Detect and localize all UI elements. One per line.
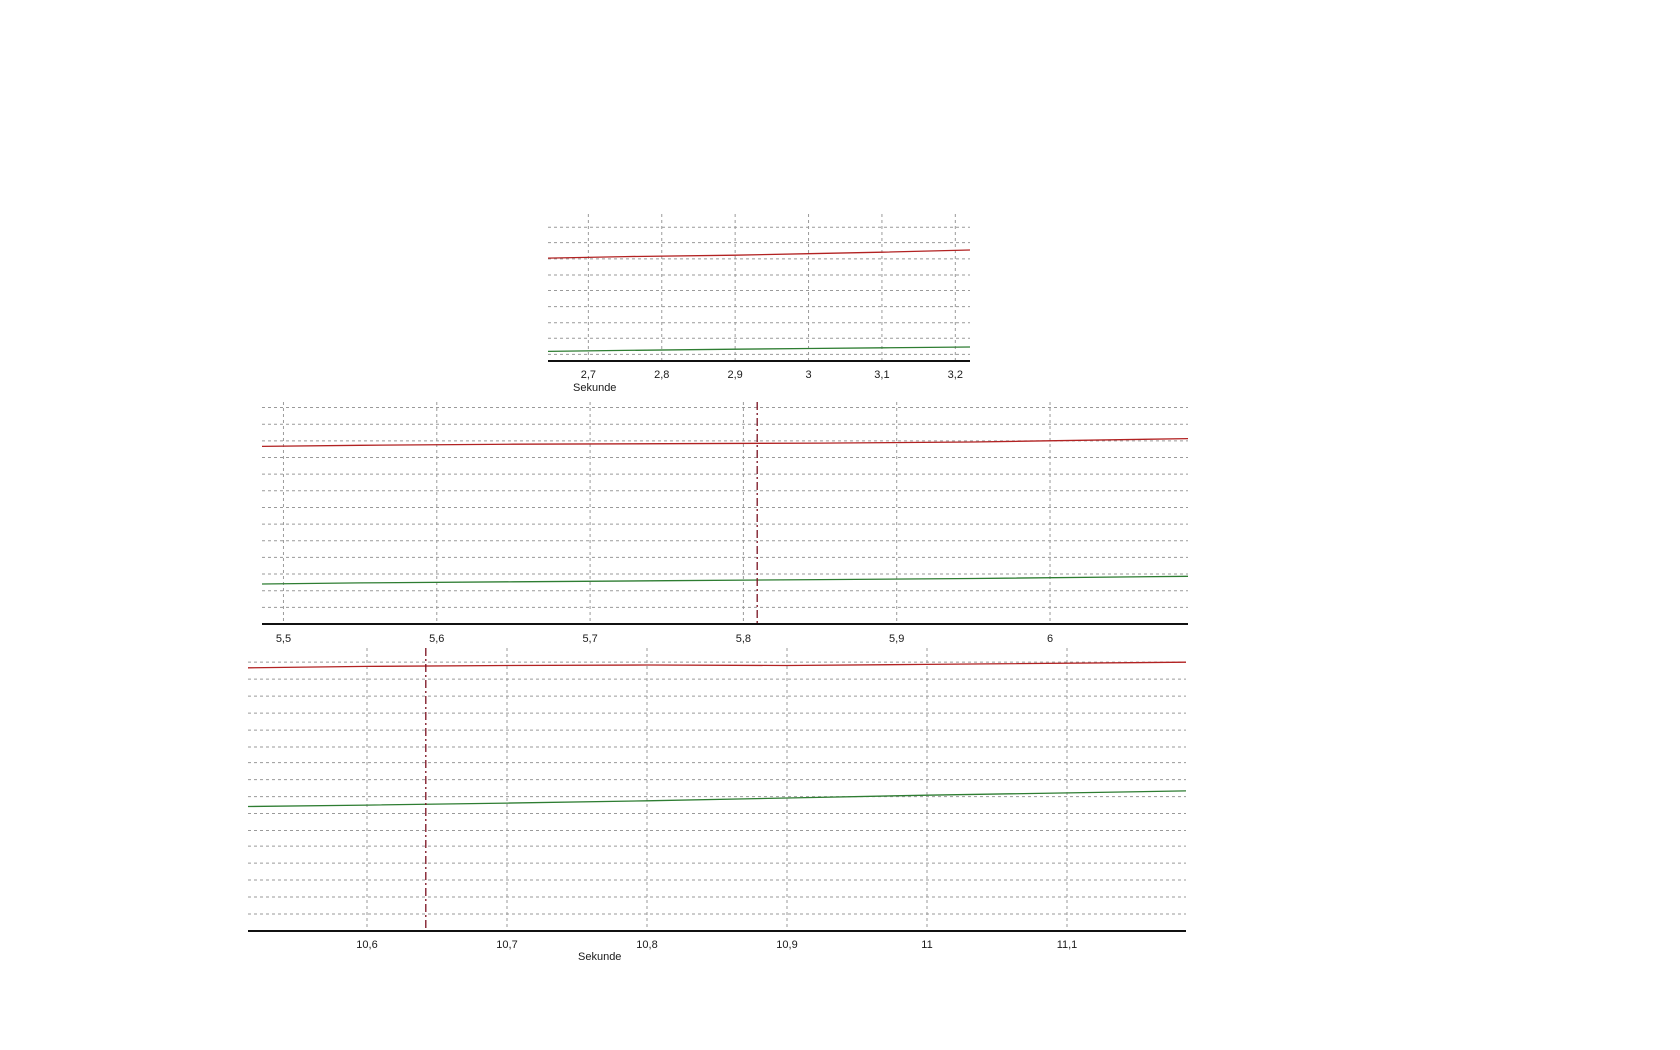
chart-panel-2: 5,5 5,6 5,7 5,8 5,9 6	[261, 402, 1189, 648]
x-axis-title: Sekunde	[578, 951, 621, 963]
series-line-green	[261, 575, 1189, 585]
x-tick-label: 10,8	[636, 939, 657, 951]
x-tick-label: 3	[805, 369, 811, 381]
x-tick-label: 10,6	[356, 939, 377, 951]
x-tick-label: 3,2	[948, 369, 963, 381]
chart-svg: 10,6 10,7 10,8 10,9 11 11,1 Sekunde	[247, 648, 1187, 963]
x-tick-label: 10,9	[776, 939, 797, 951]
chart-svg: 5,5 5,6 5,7 5,8 5,9 6	[261, 402, 1189, 645]
chart-stage: 2,7 2,8 2,9 3 3,1 3,2 Sekunde 5,5 5,6 5,7 5,8 5,9 6…	[0, 0, 1680, 1050]
chart-svg: 2,7 2,8 2,9 3 3,1 3,2 Sekunde	[547, 214, 971, 394]
series-line-red	[547, 249, 971, 259]
x-tick-label: 10,7	[496, 939, 517, 951]
series-line-red	[247, 661, 1187, 669]
x-tick-label: 5,7	[582, 633, 597, 645]
x-tick-label: 2,8	[654, 369, 669, 381]
x-axis-title: Sekunde	[573, 382, 616, 394]
x-tick-label: 2,7	[581, 369, 596, 381]
series-line-green	[547, 346, 971, 353]
series-line-red	[261, 437, 1189, 448]
x-tick-label: 6	[1047, 633, 1053, 645]
x-tick-label: 11,1	[1057, 939, 1078, 951]
chart-panel-3: 10,6 10,7 10,8 10,9 11 11,1 Sekunde	[247, 648, 1187, 963]
x-tick-label: 5,6	[429, 633, 444, 645]
series-line-green	[247, 790, 1187, 808]
x-tick-label: 5,8	[736, 633, 751, 645]
x-tick-label: 3,1	[874, 369, 889, 381]
x-tick-label: 5,9	[889, 633, 904, 645]
x-tick-label: 11	[921, 939, 932, 951]
x-tick-label: 2,9	[727, 369, 742, 381]
x-tick-label: 5,5	[276, 633, 291, 645]
chart-panel-1: 2,7 2,8 2,9 3 3,1 3,2 Sekunde	[547, 214, 971, 398]
